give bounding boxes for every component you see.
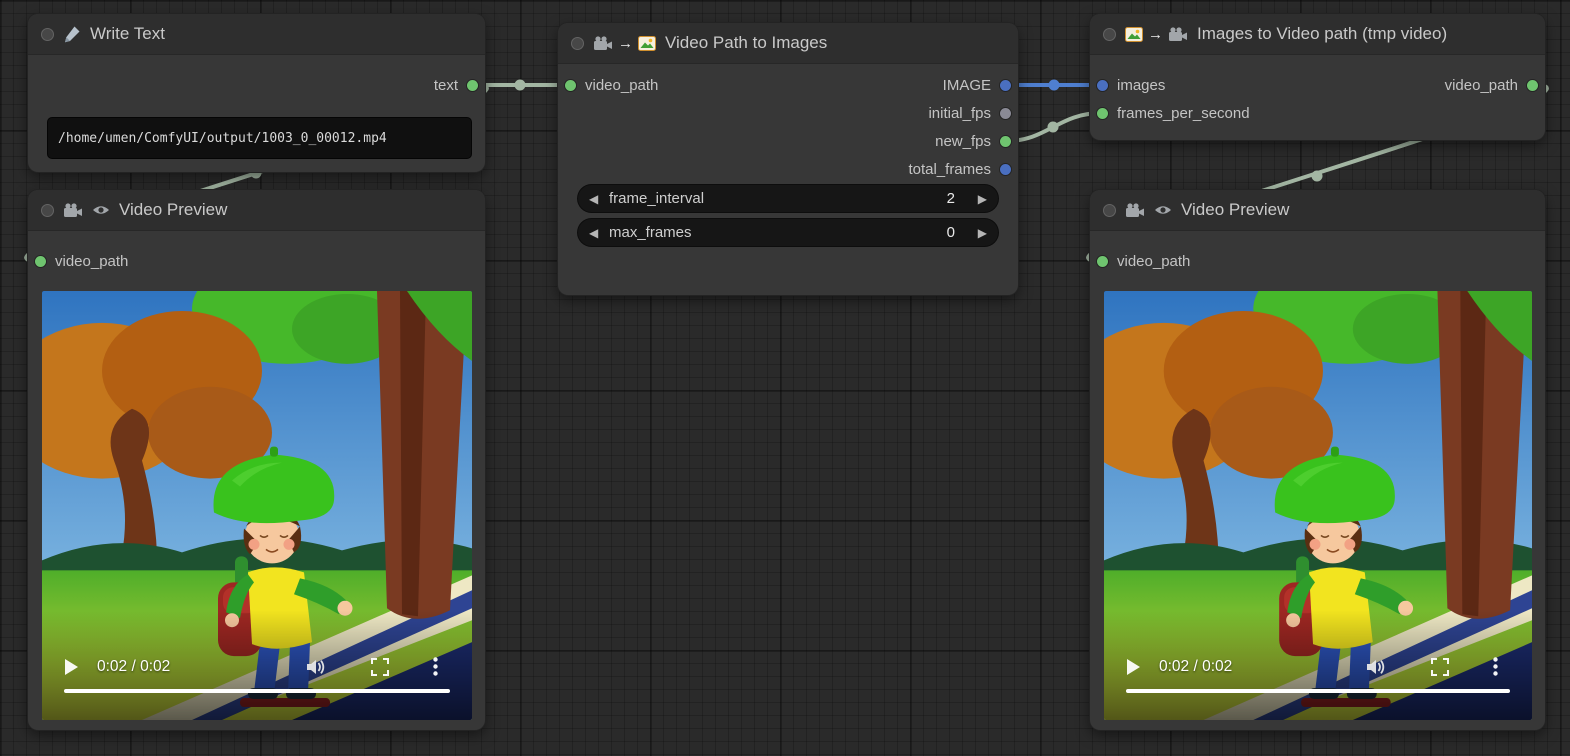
widget-max-frames[interactable]: ◀ max_frames 0 ▶ [578,219,998,246]
collapse-dot[interactable] [41,204,54,217]
port-dot[interactable] [467,80,478,91]
video-progress-bar[interactable] [64,689,450,693]
port-label: video_path [585,77,658,94]
widget-label: max_frames [609,224,947,241]
video-player[interactable]: 0:02 / 0:02 [42,291,472,720]
video-camera-icon [593,36,613,51]
port-label: IMAGE [943,77,991,94]
play-button[interactable] [1126,658,1141,676]
widget-label: frame_interval [609,190,947,207]
fullscreen-icon[interactable] [371,658,389,676]
comfyui-canvas[interactable]: Write Text text /home/umen/ComfyUI/outpu… [0,0,1570,756]
input-images[interactable]: images [1097,74,1165,96]
wire-dot [1312,171,1323,182]
wire-dot [515,80,526,91]
video-controls: 0:02 / 0:02 [1104,657,1532,676]
decrement-arrow-icon[interactable]: ◀ [589,226,609,240]
play-button[interactable] [64,658,79,676]
port-dot[interactable] [1097,108,1108,119]
port-dot[interactable] [35,256,46,267]
port-label: total_frames [908,161,991,178]
eye-icon [1154,204,1172,216]
video-time: 0:02 / 0:02 [1159,658,1232,676]
node-header[interactable]: → Images to Video path (tmp video) [1090,14,1545,55]
more-options-icon[interactable] [433,657,438,676]
arrow-icon: → [618,35,633,52]
text-value: /home/umen/ComfyUI/output/1003_0_00012.m… [58,131,387,146]
volume-icon[interactable] [305,658,327,676]
port-dot[interactable] [1000,80,1011,91]
increment-arrow-icon[interactable]: ▶ [967,226,987,240]
collapse-dot[interactable] [571,37,584,50]
node-title: Write Text [90,24,165,44]
wire-newfps-to-fps [1006,113,1102,141]
node-title: Video Preview [1181,200,1289,220]
node-title: Video Preview [119,200,227,220]
port-dot[interactable] [1097,256,1108,267]
node-video-path-to-images[interactable]: → Video Path to Images video_path IMAGE … [558,23,1018,295]
port-dot[interactable] [1000,108,1011,119]
input-video-path[interactable]: video_path [1097,250,1190,272]
eye-icon [92,204,110,216]
image-icon [1125,27,1143,42]
video-controls: 0:02 / 0:02 [42,657,472,676]
video-camera-icon [1125,203,1145,218]
port-label: video_path [1117,253,1190,270]
decrement-arrow-icon[interactable]: ◀ [589,192,609,206]
port-dot[interactable] [1000,164,1011,175]
node-write-text[interactable]: Write Text text /home/umen/ComfyUI/outpu… [28,14,485,172]
node-video-preview-right[interactable]: Video Preview video_path 0:02 / 0:02 [1090,190,1545,730]
output-total-frames[interactable]: total_frames [908,158,1011,180]
collapse-dot[interactable] [41,28,54,41]
more-options-icon[interactable] [1493,657,1498,676]
node-header[interactable]: Video Preview [28,190,485,231]
node-header[interactable]: → Video Path to Images [558,23,1018,64]
port-label: video_path [55,253,128,270]
video-progress-bar[interactable] [1126,689,1510,693]
arrow-icon: → [1148,26,1163,43]
input-video-path[interactable]: video_path [565,74,658,96]
fullscreen-icon[interactable] [1431,658,1449,676]
input-video-path[interactable]: video_path [35,250,128,272]
output-text[interactable]: text [434,74,478,96]
port-label: images [1117,77,1165,94]
port-dot[interactable] [1000,136,1011,147]
port-dot[interactable] [1097,80,1108,91]
video-camera-icon [63,203,83,218]
output-new-fps[interactable]: new_fps [935,130,1011,152]
port-label: initial_fps [928,105,991,122]
text-value-field[interactable]: /home/umen/ComfyUI/output/1003_0_00012.m… [48,118,471,158]
node-video-preview-left[interactable]: Video Preview video_path 0:02 / 0:02 [28,190,485,730]
wire-dot [1048,122,1059,133]
collapse-dot[interactable] [1103,204,1116,217]
port-dot[interactable] [1527,80,1538,91]
stylus-icon [63,25,81,43]
widget-value[interactable]: 0 [947,224,955,241]
increment-arrow-icon[interactable]: ▶ [967,192,987,206]
widget-value[interactable]: 2 [947,190,955,207]
port-label: frames_per_second [1117,105,1250,122]
port-label: new_fps [935,133,991,150]
wire-dot [1049,80,1060,91]
node-title: Images to Video path (tmp video) [1197,24,1447,44]
output-video-path[interactable]: video_path [1445,74,1538,96]
port-label: text [434,77,458,94]
video-player[interactable]: 0:02 / 0:02 [1104,291,1532,720]
output-image[interactable]: IMAGE [943,74,1011,96]
node-header[interactable]: Video Preview [1090,190,1545,231]
volume-icon[interactable] [1365,658,1387,676]
port-dot[interactable] [565,80,576,91]
output-initial-fps[interactable]: initial_fps [928,102,1011,124]
input-frames-per-second[interactable]: frames_per_second [1097,102,1250,124]
node-title: Video Path to Images [665,33,827,53]
node-images-to-video-path[interactable]: → Images to Video path (tmp video) image… [1090,14,1545,140]
video-camera-icon [1168,27,1188,42]
port-label: video_path [1445,77,1518,94]
image-icon [638,36,656,51]
node-header[interactable]: Write Text [28,14,485,55]
collapse-dot[interactable] [1103,28,1116,41]
widget-frame-interval[interactable]: ◀ frame_interval 2 ▶ [578,185,998,212]
video-time: 0:02 / 0:02 [97,658,170,676]
